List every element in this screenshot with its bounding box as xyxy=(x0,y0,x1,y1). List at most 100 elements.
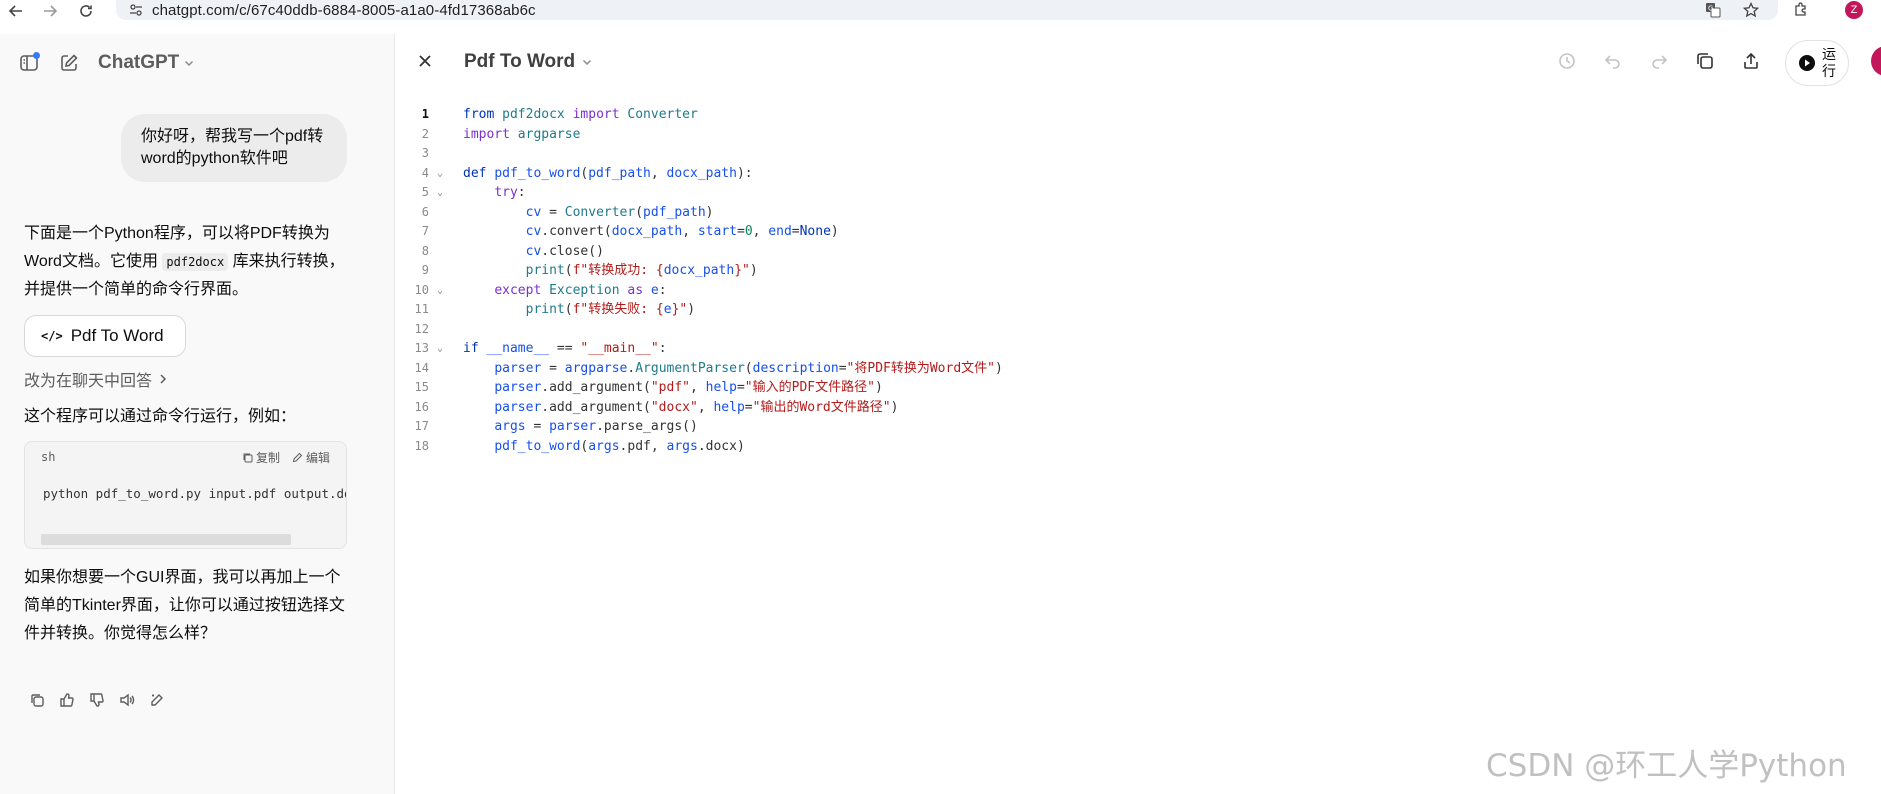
code-line[interactable]: 8 cv.close() xyxy=(395,242,1881,262)
line-number: 8 xyxy=(421,243,429,258)
duplicate-icon[interactable] xyxy=(1690,46,1720,76)
fold-chevron-icon[interactable]: ⌄ xyxy=(429,183,451,203)
code-text: except Exception as e: xyxy=(494,282,667,298)
back-icon[interactable] xyxy=(4,1,28,21)
line-number: 3 xyxy=(421,146,429,160)
fold-gutter xyxy=(429,417,451,437)
reload-icon[interactable] xyxy=(74,1,98,21)
line-number: 6 xyxy=(421,204,429,219)
code-line[interactable]: 14 parser = argparse.ArgumentParser(desc… xyxy=(395,359,1881,379)
copy-icon[interactable] xyxy=(26,689,48,711)
model-name-label: ChatGPT xyxy=(98,52,180,73)
fold-chevron-icon[interactable]: ⌄ xyxy=(429,281,451,301)
line-number: 7 xyxy=(421,224,429,238)
history-icon[interactable] xyxy=(1552,46,1582,76)
line-number: 18 xyxy=(414,438,429,453)
star-icon[interactable] xyxy=(1742,1,1760,19)
address-bar[interactable]: chatgpt.com/c/67c40ddb-6884-8005-a1a0-4f… xyxy=(116,0,1778,20)
thumbs-down-icon[interactable] xyxy=(86,689,108,711)
close-icon[interactable] xyxy=(413,49,437,73)
browser-profile-avatar[interactable]: Z xyxy=(1845,1,1863,19)
code-text: args = parser.parse_args() xyxy=(494,419,698,434)
chevron-right-icon xyxy=(160,374,167,384)
fold-chevron-icon[interactable]: ⌄ xyxy=(429,164,451,184)
model-selector[interactable]: ChatGPT xyxy=(98,52,195,74)
regenerate-icon[interactable] xyxy=(146,689,168,711)
run-label: 运行 xyxy=(1822,46,1836,79)
canvas-document-chip[interactable]: </> Pdf To Word xyxy=(24,315,186,357)
fold-gutter xyxy=(429,222,451,242)
chevron-down-icon xyxy=(583,59,592,66)
code-line[interactable]: 3 xyxy=(395,144,1881,164)
run-button[interactable]: 运行 xyxy=(1785,40,1849,86)
code-line[interactable]: 10 ⌄ except Exception as e: xyxy=(395,281,1881,301)
code-text: cv = Converter(pdf_path) xyxy=(525,204,714,220)
line-number: 17 xyxy=(414,419,429,433)
code-line[interactable]: 2 import argparse xyxy=(395,125,1881,145)
code-line[interactable]: 16 parser.add_argument("docx", help="输出的… xyxy=(395,398,1881,418)
notification-dot xyxy=(33,52,40,59)
user-avatar[interactable]: Z xyxy=(1871,46,1881,76)
document-title[interactable]: Pdf To Word xyxy=(464,51,593,73)
redo-icon[interactable] xyxy=(1644,46,1674,76)
chat-header: ChatGPT xyxy=(14,48,195,78)
canvas-chip-label: Pdf To Word xyxy=(70,326,164,345)
codeblock-header: sh 复制 编辑 xyxy=(25,442,346,472)
sidebar-toggle-icon[interactable] xyxy=(14,48,44,78)
fold-gutter xyxy=(429,203,451,223)
fold-gutter xyxy=(429,105,451,125)
read-aloud-icon[interactable] xyxy=(116,689,138,711)
copy-code-button[interactable]: 复制 xyxy=(242,449,280,466)
code-line[interactable]: 17 args = parser.parse_args() xyxy=(395,417,1881,437)
message-actions xyxy=(26,689,168,711)
answer-in-chat-link[interactable]: 改为在聊天中回答 xyxy=(24,367,168,391)
new-chat-icon[interactable] xyxy=(54,48,84,78)
fold-chevron-icon[interactable]: ⌄ xyxy=(429,339,451,359)
code-text: parser = argparse.ArgumentParser(descrip… xyxy=(494,360,1003,376)
code-text: print(f"转换失败: {e}") xyxy=(525,302,696,317)
codeblock-content: python pdf_to_word.py input.pdf output.d… xyxy=(43,486,347,501)
gui-offer: 如果你想要一个GUI界面，我可以再加上一个简单的Tkinter界面，让你可以通过… xyxy=(24,569,345,642)
code-line[interactable]: 13 ⌄ if __name__ == "__main__": xyxy=(395,339,1881,359)
site-settings-icon[interactable] xyxy=(128,3,144,17)
url-text[interactable]: chatgpt.com/c/67c40ddb-6884-8005-a1a0-4f… xyxy=(152,2,536,19)
code-line[interactable]: 11 print(f"转换失败: {e}") xyxy=(395,300,1881,320)
fold-gutter xyxy=(429,242,451,262)
code-text: def pdf_to_word(pdf_path, docx_path): xyxy=(463,165,753,181)
code-line[interactable]: 4 ⌄ def pdf_to_word(pdf_path, docx_path): xyxy=(395,164,1881,184)
line-number: 14 xyxy=(414,360,429,375)
translate-icon[interactable]: G xyxy=(1704,1,1722,19)
thumbs-up-icon[interactable] xyxy=(56,689,78,711)
code-line[interactable]: 7 cv.convert(docx_path, start=0, end=Non… xyxy=(395,222,1881,242)
line-number: 12 xyxy=(414,321,429,336)
line-number: 13 xyxy=(414,341,429,355)
watermark: CSDN @环工人学Python xyxy=(1486,748,1847,784)
share-icon[interactable] xyxy=(1736,46,1766,76)
code-line[interactable]: 12 xyxy=(395,320,1881,340)
cli-hint: 这个程序可以通过命令行运行，例如： xyxy=(24,408,297,425)
code-line[interactable]: 15 parser.add_argument("pdf", help="输入的P… xyxy=(395,378,1881,398)
code-text: from pdf2docx import Converter xyxy=(463,107,698,122)
extensions-icon[interactable] xyxy=(1791,1,1811,19)
code-line[interactable]: 18 pdf_to_word(args.pdf, args.docx) xyxy=(395,437,1881,457)
code-editor[interactable]: 1 from pdf2docx import Converter 2 import a… xyxy=(395,105,1881,456)
code-line[interactable]: 6 cv = Converter(pdf_path) xyxy=(395,203,1881,223)
copy-icon xyxy=(243,453,253,462)
code-text: try: xyxy=(494,185,526,200)
code-text: import argparse xyxy=(463,126,581,142)
line-number: 5 xyxy=(421,185,429,199)
code-line[interactable]: 5 ⌄ try: xyxy=(395,183,1881,203)
code-line[interactable]: 9 print(f"转换成功: {docx_path}") xyxy=(395,261,1881,281)
codeblock-scrollbar[interactable] xyxy=(41,534,291,545)
line-number: 10 xyxy=(414,282,429,297)
copy-label: 复制 xyxy=(255,450,280,465)
fold-gutter xyxy=(429,125,451,145)
canvas-header: Pdf To Word 运行 Z xyxy=(395,34,1881,90)
fold-gutter xyxy=(429,320,451,340)
undo-icon[interactable] xyxy=(1598,46,1628,76)
inline-code: pdf2docx xyxy=(162,253,229,271)
forward-icon[interactable] xyxy=(38,1,62,21)
code-line[interactable]: 1 from pdf2docx import Converter xyxy=(395,105,1881,125)
edit-code-button[interactable]: 编辑 xyxy=(292,449,330,466)
